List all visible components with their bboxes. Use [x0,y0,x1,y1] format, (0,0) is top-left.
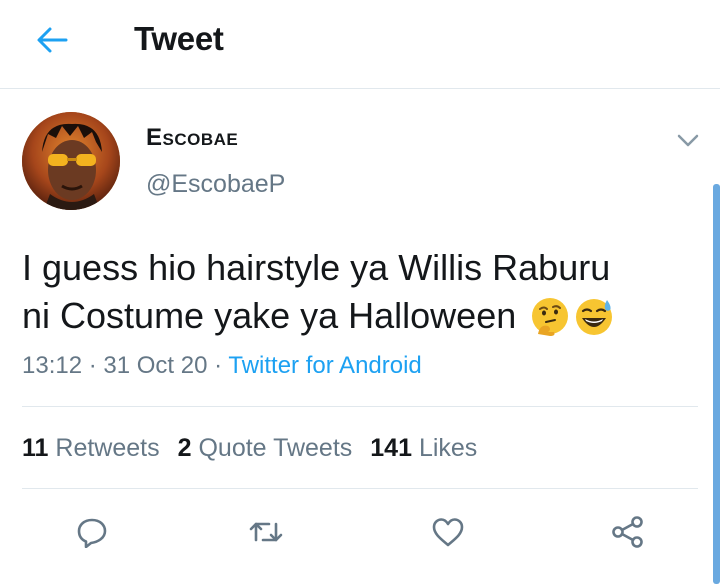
tweet-text-line: I guess hio hairstyle ya Willis Raburu [22,247,611,288]
tweet-time: 13:12 [22,352,83,379]
chevron-down-icon [677,134,699,147]
tweet-metadata: 13:12 · 31 Oct 20 · Twitter for Android [22,352,422,380]
tweet-date: 31 Oct 20 [103,352,208,379]
tweet-stats: 11 Retweets 2 Quote Tweets 141 Likes [22,434,477,463]
grinning-sweat-emoji [576,299,613,335]
tweet-text-segment: ni Costume yake ya Halloween [22,295,517,336]
retweet-icon [249,522,283,542]
user-handle[interactable]: @EscobaeP [146,170,285,199]
quote-tweets-stat[interactable]: 2 Quote Tweets [178,434,353,462]
heart-icon [432,518,464,547]
retweets-stat[interactable]: 11 Retweets [22,434,160,462]
retweets-count: 11 [22,434,49,462]
likes-label: Likes [418,434,478,462]
meta-separator: · [82,352,104,379]
header-divider [0,88,720,89]
divider [22,406,698,407]
tweet-source-link[interactable]: Twitter for Android [228,352,421,379]
display-name[interactable]: Escobae [146,124,238,152]
meta-separator: · [207,352,229,379]
more-options-button[interactable] [674,128,702,152]
likes-stat[interactable]: 141 Likes [370,434,477,462]
back-button[interactable] [34,22,70,58]
avatar[interactable] [22,112,120,210]
divider [22,488,698,489]
reply-icon [77,518,107,548]
reply-button[interactable] [70,510,114,554]
likes-count: 141 [370,434,412,462]
thinking-face-emoji [532,298,569,336]
quote-tweets-count: 2 [177,434,192,462]
scrollbar[interactable] [713,184,720,584]
like-button[interactable] [426,510,470,554]
share-icon [612,516,643,548]
retweet-button[interactable] [244,510,288,554]
avatar-image [22,112,120,210]
tweet-text-line: ni Costume yake ya Halloween [22,292,702,340]
page-title: Tweet [134,20,224,57]
top-bar: Tweet [0,0,720,84]
tweet-text: I guess hio hairstyle ya Willis Raburu n… [22,244,702,340]
share-button[interactable] [606,510,650,554]
quote-tweets-label: Quote Tweets [198,434,353,462]
retweets-label: Retweets [55,434,160,462]
arrow-left-icon [37,27,68,53]
